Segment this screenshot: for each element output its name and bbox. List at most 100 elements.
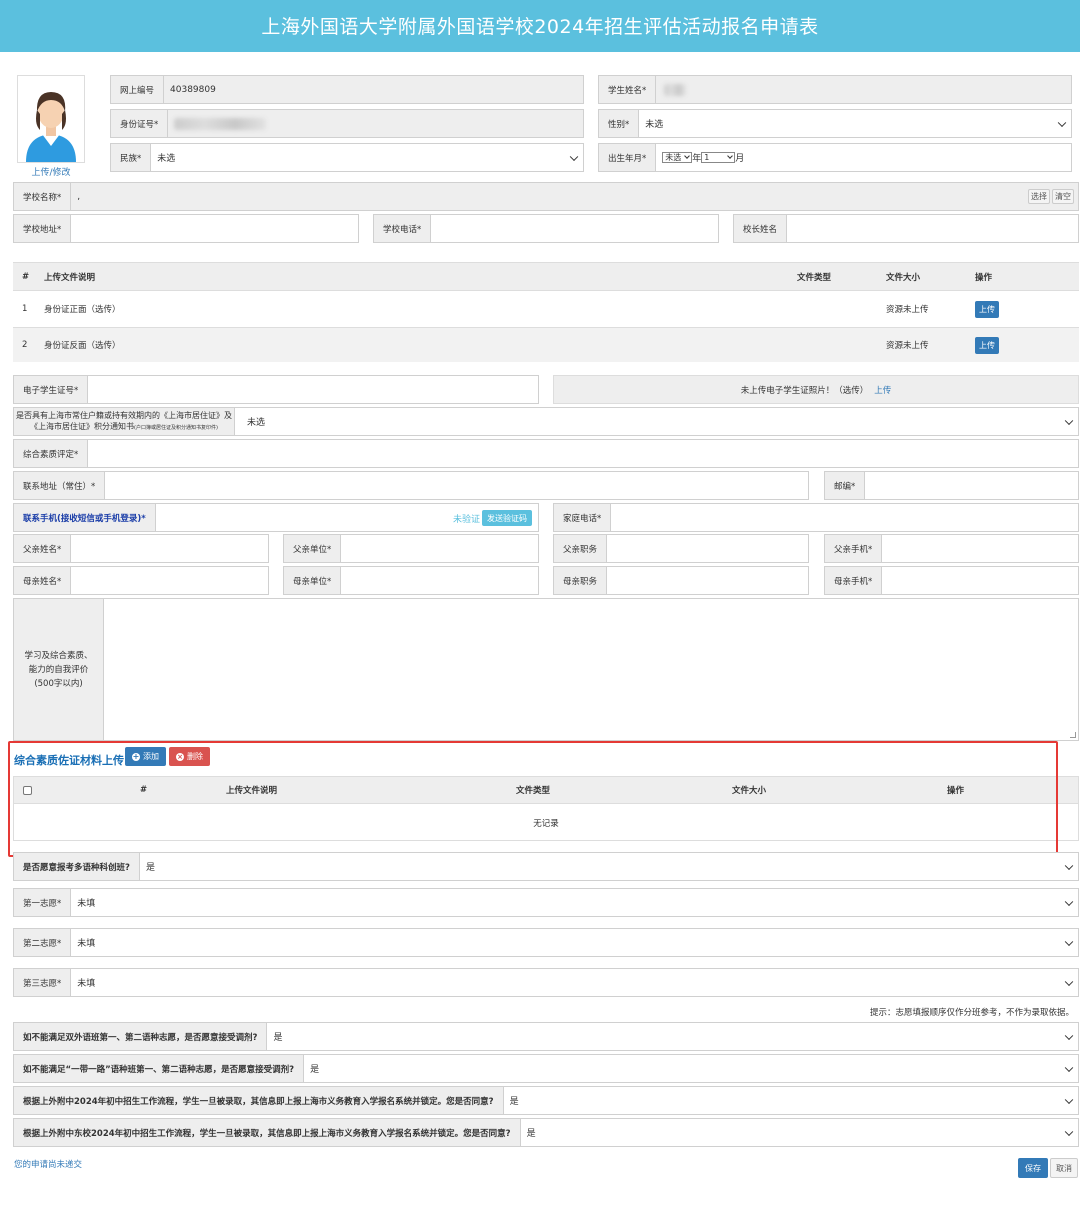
contact-address-field[interactable]: 联系地址（常住）* (13, 471, 809, 500)
ethnic-label: 民族* (111, 144, 152, 171)
student-card-photo-box: 未上传电子学生证照片！（选传） 上传 (553, 375, 1079, 404)
birth-year-suffix: 年 (692, 154, 702, 164)
upload-button[interactable]: 上传 (975, 336, 999, 354)
avatar-upload-link[interactable]: 上传/修改 (17, 165, 85, 178)
table-row: 1 身份证正面（选传） 资源未上传 上传 (13, 290, 1079, 327)
adjust-q2-select[interactable]: 如不能满足“一带一路”语种班第一、第二语种志愿，是否愿意接受调剂? 是 (13, 1054, 1079, 1083)
school-address-field[interactable]: 学校地址* (13, 214, 359, 243)
redacted-id (174, 118, 267, 130)
files-table: # 上传文件说明 文件类型 文件大小 操作 1 身份证正面（选传） 资源未上传 … (13, 262, 1079, 362)
school-name-value: , (77, 191, 81, 202)
id-number-value (168, 110, 583, 137)
student-card-photo-text: 未上传电子学生证照片！（选传） (740, 385, 869, 396)
birth-year-select[interactable]: 未选 (662, 152, 693, 163)
chevron-down-icon (569, 152, 579, 161)
self-eval-textarea[interactable] (104, 599, 1078, 740)
student-card-field[interactable]: 电子学生证号* (13, 375, 539, 404)
contact-address-label: 联系地址（常住）* (14, 472, 106, 499)
gender-select[interactable]: 性别* 未选 (598, 109, 1072, 138)
chevron-down-icon (1064, 1127, 1074, 1136)
school-select-button[interactable]: 选择 (1028, 189, 1050, 204)
father-job-field[interactable]: 父亲职务 (553, 534, 809, 563)
chevron-down-icon (1064, 1063, 1074, 1072)
first-choice-select[interactable]: 第一志愿* 未填 (13, 888, 1079, 917)
cancel-button[interactable]: 取消 (1050, 1158, 1078, 1178)
online-number-value: 40389809 (164, 76, 583, 103)
avatar-box[interactable] (17, 75, 85, 163)
highlight-box (8, 741, 1058, 857)
father-mobile-field[interactable]: 父亲手机* (824, 534, 1079, 563)
choice-hint: 提示：志愿填报顺序仅作分班参考，不作为录取依据。 (869, 1008, 1074, 1018)
home-phone-label: 家庭电话* (554, 504, 612, 531)
verify-status: 未验证 (452, 514, 480, 525)
chevron-down-icon (1064, 937, 1074, 946)
residence-select[interactable]: 是否具有上海市常住户籍或持有效期内的《上海市居住证》及 《上海市居住证》积分通知… (13, 407, 1079, 436)
resize-handle-icon[interactable] (1070, 732, 1076, 738)
agree-q4-select[interactable]: 根据上外附中东校2024年初中招生工作流程，学生一旦被录取，其信息即上报上海市义… (13, 1118, 1079, 1147)
multi-lang-select[interactable]: 是否愿意报考多语种科创班? 是 (13, 852, 1079, 881)
page-title: 上海外国语大学附属外国语学校2024年招生评估活动报名申请表 (261, 16, 819, 38)
submit-status: 您的申请尚未递交 (14, 1160, 83, 1170)
multi-lang-label: 是否愿意报考多语种科创班? (14, 853, 140, 880)
second-choice-select[interactable]: 第二志愿* 未填 (13, 928, 1079, 957)
chevron-down-icon (1064, 416, 1074, 425)
chevron-down-icon (1064, 861, 1074, 870)
ethnic-select[interactable]: 民族* 未选 (110, 143, 584, 172)
student-card-upload-link[interactable]: 上传 (874, 384, 891, 396)
chevron-down-icon (1064, 1095, 1074, 1104)
mother-name-field[interactable]: 母亲姓名* (13, 566, 269, 595)
birth-label: 出生年月* (599, 144, 657, 171)
chevron-down-icon (1064, 1031, 1074, 1040)
mother-mobile-field[interactable]: 母亲手机* (824, 566, 1079, 595)
home-phone-field[interactable]: 家庭电话* (553, 503, 1079, 532)
mobile-label: 联系手机(接收短信或手机登录)* (14, 504, 156, 531)
third-choice-select[interactable]: 第三志愿* 未填 (13, 968, 1079, 997)
chevron-down-icon (1064, 897, 1074, 906)
table-row: 2 身份证反面（选传） 资源未上传 上传 (13, 327, 1079, 362)
id-number-label: 身份证号* (111, 110, 169, 137)
zip-label: 邮编* (825, 472, 866, 499)
redacted-name (664, 84, 687, 96)
self-eval-field: 学习及综合素质、 能力的自我评价 (500字以内) (13, 598, 1079, 741)
student-name-field: 学生姓名* (598, 75, 1072, 104)
school-phone-field[interactable]: 学校电话* (373, 214, 719, 243)
student-card-label: 电子学生证号* (14, 376, 89, 403)
student-name-value (656, 76, 1071, 103)
online-number-label: 网上编号 (111, 76, 165, 103)
send-code-button[interactable]: 发送验证码 (482, 510, 532, 526)
adjust-q1-select[interactable]: 如不能满足双外语班第一、第二语种志愿，是否愿意接受调剂? 是 (13, 1022, 1079, 1051)
mother-job-field[interactable]: 母亲职务 (553, 566, 809, 595)
principal-name-field[interactable]: 校长姓名 (733, 214, 1079, 243)
online-number-field: 网上编号 40389809 (110, 75, 584, 104)
school-phone-label: 学校电话* (374, 215, 432, 242)
birth-month-select[interactable]: 1 (701, 152, 736, 163)
upload-button[interactable]: 上传 (975, 300, 999, 318)
mobile-field[interactable]: 联系手机(接收短信或手机登录)* 未验证 发送验证码 (13, 503, 539, 532)
school-address-label: 学校地址* (14, 215, 72, 242)
gender-value: 未选 (645, 120, 664, 130)
residence-label: 是否具有上海市常住户籍或持有效期内的《上海市居住证》及 《上海市居住证》积分通知… (14, 408, 235, 435)
chevron-down-icon (727, 153, 734, 159)
student-name-label: 学生姓名* (599, 76, 657, 103)
gender-label: 性别* (599, 110, 640, 137)
id-number-field: 身份证号* (110, 109, 584, 138)
quality-field[interactable]: 综合素质评定* (13, 439, 1079, 468)
save-button[interactable]: 保存 (1018, 1158, 1048, 1178)
avatar (18, 76, 84, 162)
school-name-field: 学校名称* , 选择 清空 (13, 182, 1079, 211)
school-name-label: 学校名称* (14, 183, 72, 210)
birth-field: 出生年月* 未选 年 1 月 (598, 143, 1072, 172)
page-header: 上海外国语大学附属外国语学校2024年招生评估活动报名申请表 (0, 0, 1080, 52)
school-clear-button[interactable]: 清空 (1052, 189, 1074, 204)
residence-value: 未选 (247, 418, 266, 428)
quality-label: 综合素质评定* (14, 440, 89, 467)
agree-q3-select[interactable]: 根据上外附中2024年初中招生工作流程，学生一旦被录取，其信息即上报上海市义务教… (13, 1086, 1079, 1115)
father-org-field[interactable]: 父亲单位* (283, 534, 539, 563)
zip-field[interactable]: 邮编* (824, 471, 1079, 500)
files-table-header: # 上传文件说明 文件类型 文件大小 操作 (13, 262, 1079, 290)
birth-month-suffix: 月 (735, 154, 745, 164)
mother-org-field[interactable]: 母亲单位* (283, 566, 539, 595)
chevron-down-icon (1057, 118, 1067, 127)
father-name-field[interactable]: 父亲姓名* (13, 534, 269, 563)
self-eval-label: 学习及综合素质、 能力的自我评价 (500字以内) (14, 599, 104, 740)
